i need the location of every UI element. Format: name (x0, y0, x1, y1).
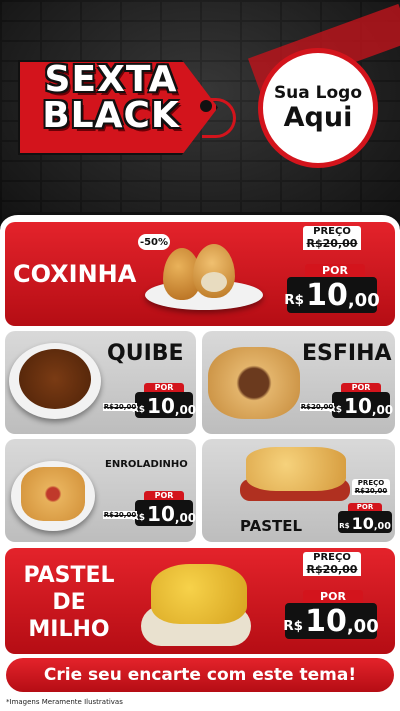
price-cents: ,00 (371, 402, 394, 417)
por-label: POR (144, 491, 184, 500)
pastel-image (246, 447, 346, 491)
old-price: R$20,00 (303, 237, 361, 250)
old-price: R$20,00 (103, 403, 137, 411)
price-int: 10 (351, 514, 374, 533)
coxinha-filling (201, 272, 227, 292)
por-label: POR (305, 264, 365, 277)
price-int: 10 (147, 502, 175, 526)
esfiha-image (208, 347, 300, 419)
new-price-box: POR R$ 10,00 (132, 491, 196, 526)
price-cents: ,00 (174, 510, 196, 525)
new-price: R$ 10,00 (283, 603, 379, 639)
new-price: R$ 10,00 (132, 392, 196, 418)
product-name: QUIBE (107, 341, 184, 366)
product-name: PASTEL DE MILHO (19, 562, 119, 643)
logo-placeholder[interactable]: Sua Logo Aqui (258, 48, 378, 168)
footnote: *Imagens Meramente Ilustrativas (6, 698, 123, 706)
sale-tag-title: SEXTA BLACK (26, 62, 196, 134)
new-price-box: POR R$ 10,00 (329, 383, 394, 418)
old-price: R$20,00 (300, 403, 334, 411)
preco-label: PREÇO (352, 479, 390, 487)
price-box: PREÇO R$20,00 (352, 479, 390, 495)
preco-label: PREÇO (303, 226, 361, 237)
price-box: PREÇO R$20,00 (303, 226, 361, 250)
new-price-box: POR R$ 10,00 (132, 383, 196, 418)
discount-badge: -50% (138, 234, 170, 250)
new-price: R$ 10,00 (338, 511, 392, 533)
new-price-box: POR R$ 10,00 (284, 264, 380, 313)
new-price-box: POR R$ 10,00 (338, 503, 392, 533)
currency: R$ (339, 521, 350, 531)
por-label: POR (144, 383, 184, 392)
price-cents: ,00 (174, 402, 196, 417)
product-card-pastel[interactable]: PASTEL PREÇO R$20,00 POR R$ 10,00 (202, 439, 395, 542)
product-card-pastel-de-milho[interactable]: PASTEL DE MILHO PREÇO R$20,00 POR R$ 10,0… (5, 548, 395, 654)
price-int: 10 (344, 394, 372, 418)
product-name: PASTEL (240, 517, 303, 535)
price-cents: ,00 (347, 290, 380, 312)
quibe-image (19, 349, 91, 409)
new-price: R$ 10,00 (132, 500, 196, 526)
name-line-1: PASTEL (23, 563, 115, 588)
price-box: PREÇO R$20,00 (303, 552, 361, 576)
por-label: POR (348, 503, 382, 511)
new-price: R$ 10,00 (329, 392, 394, 418)
product-card-quibe[interactable]: QUIBE POR R$ 10,00 R$20,00 (5, 331, 196, 434)
old-price: R$20,00 (352, 487, 390, 495)
por-label: POR (341, 383, 381, 392)
product-name: ENROLADINHO (105, 459, 188, 470)
logo-line-1: Sua Logo (273, 83, 363, 103)
new-price: R$ 10,00 (284, 277, 380, 313)
name-line-3: MILHO (28, 617, 110, 642)
currency: R$ (284, 292, 305, 309)
tag-line-1: SEXTA (44, 59, 178, 100)
price-int: 10 (305, 604, 347, 639)
product-card-coxinha[interactable]: COXINHA PREÇO R$20,00 POR R$ 10,00 (5, 222, 395, 326)
price-int: 10 (306, 278, 348, 313)
old-price: R$20,00 (103, 511, 137, 519)
price-cents: ,00 (373, 521, 391, 533)
price-cents: ,00 (346, 616, 379, 638)
product-card-enroladinho[interactable]: ENROLADINHO POR R$ 10,00 R$20,00 (5, 439, 196, 542)
product-name: COXINHA (13, 260, 137, 288)
name-line-2: DE (52, 590, 86, 615)
cta-banner[interactable]: Crie seu encarte com este tema! (6, 658, 394, 692)
old-price: R$20,00 (303, 563, 361, 576)
por-label: POR (303, 590, 363, 603)
enroladinho-image (21, 467, 85, 521)
new-price-box: POR R$ 10,00 (283, 590, 379, 639)
product-name: ESFIHA (302, 341, 392, 366)
tag-line-2: BLACK (42, 95, 180, 136)
preco-label: PREÇO (303, 552, 361, 563)
product-card-esfiha[interactable]: ESFIHA POR R$ 10,00 R$20,00 (202, 331, 395, 434)
price-int: 10 (147, 394, 175, 418)
logo-line-2: Aqui (283, 102, 353, 133)
pastel-de-milho-image (151, 564, 247, 624)
tag-hole (200, 100, 212, 112)
currency: R$ (283, 618, 304, 635)
